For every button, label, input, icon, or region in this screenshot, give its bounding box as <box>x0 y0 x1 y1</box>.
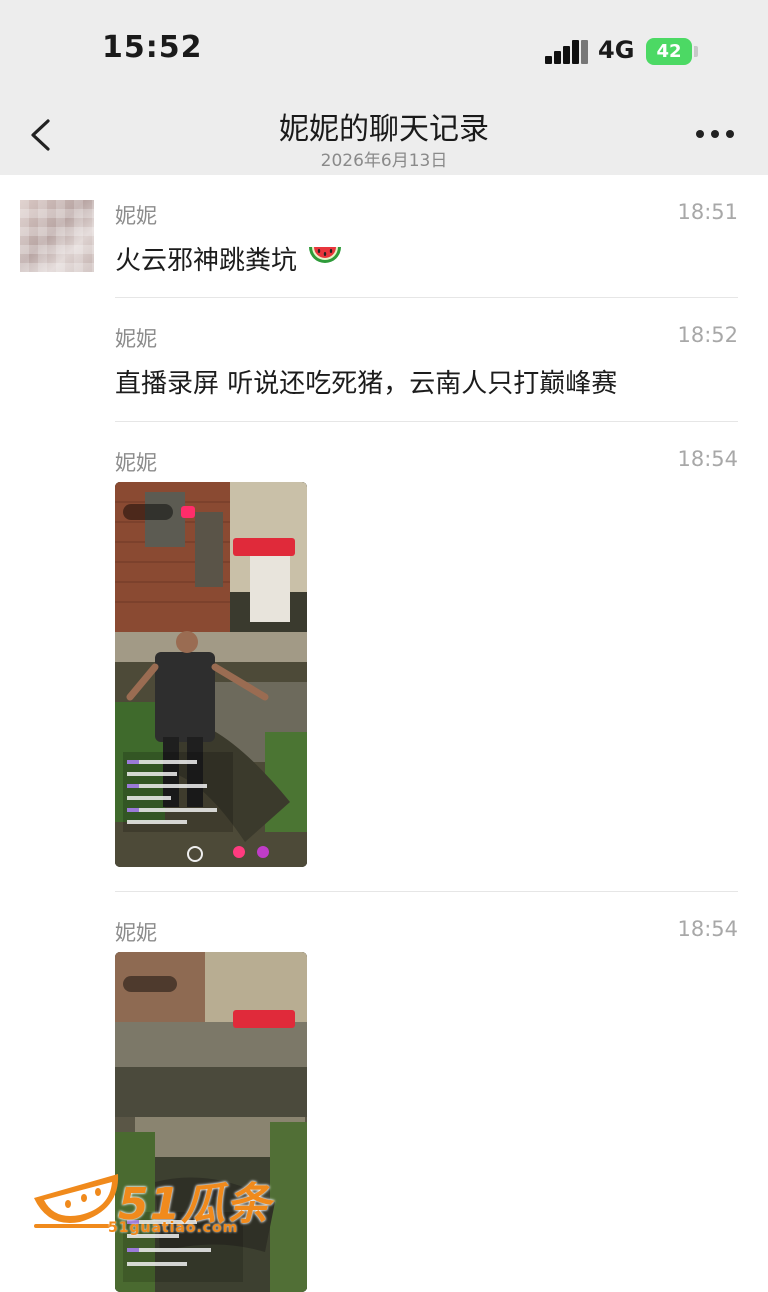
video-scene <box>115 952 307 1292</box>
gift-icon <box>233 846 245 858</box>
host-chip <box>123 976 177 992</box>
signal-icon <box>545 40 588 64</box>
status-time: 15:52 <box>102 30 203 65</box>
page-subtitle: 2026年6月13日 <box>320 151 448 171</box>
watermelon-icon <box>309 247 342 263</box>
host-chip <box>123 504 173 520</box>
message-sender: 妮妮 <box>115 327 157 351</box>
message-text-content: 火云邪神跳粪坑 <box>115 246 298 276</box>
promo-chip <box>233 538 295 556</box>
promo-chip <box>233 1010 295 1028</box>
message-sender: 妮妮 <box>115 204 157 228</box>
live-badge <box>181 506 195 518</box>
message-sender: 妮妮 <box>115 451 157 475</box>
network-label: 4G <box>598 36 635 64</box>
message-divider <box>115 891 738 892</box>
message-text[interactable]: 火云邪神跳粪坑 <box>115 240 343 277</box>
page-title: 妮妮的聊天记录 <box>279 112 489 147</box>
like-icon <box>257 846 269 858</box>
message-divider <box>115 421 738 422</box>
battery-icon: 42 <box>646 38 692 65</box>
video-thumbnail[interactable] <box>115 482 307 867</box>
message-text[interactable]: 直播录屏 听说还吃死猪，云南人只打巅峰赛 <box>115 363 617 400</box>
video-thumbnail[interactable] <box>115 952 307 1292</box>
message-sender: 妮妮 <box>115 921 157 945</box>
message-time: 18:52 <box>677 323 738 347</box>
heart-icon <box>187 846 203 862</box>
message-time: 18:54 <box>677 917 738 941</box>
message-time: 18:54 <box>677 447 738 471</box>
message-divider <box>115 297 738 298</box>
avatar[interactable] <box>20 200 94 272</box>
more-icon[interactable] <box>695 126 735 142</box>
nav-header: 15:52 4G 42 妮妮的聊天记录 2026年6月13日 <box>0 0 768 175</box>
message-time: 18:51 <box>677 200 738 224</box>
battery-tip <box>694 46 698 57</box>
watermark-url: 51guatiao.com <box>108 1220 239 1236</box>
